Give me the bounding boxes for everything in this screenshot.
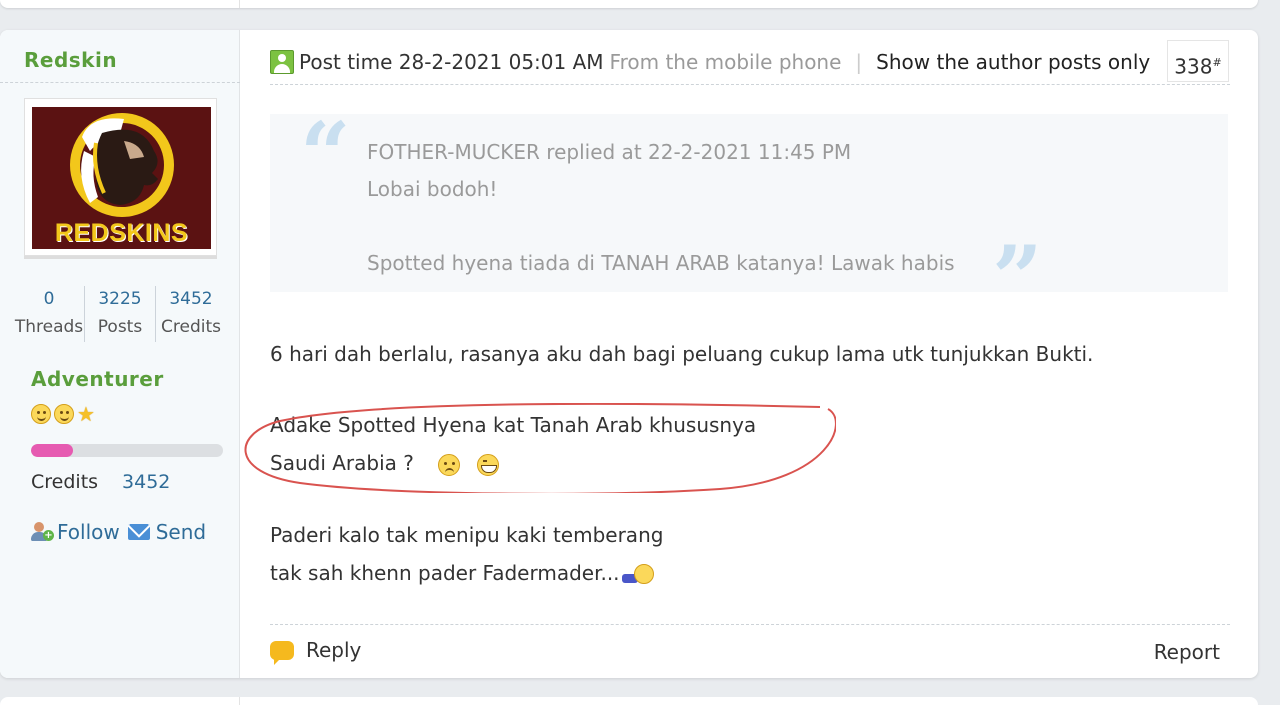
- quote-text: FOTHER-MUCKER replied at 22-2-2021 11:45…: [367, 134, 955, 282]
- user-online-icon: [270, 50, 294, 74]
- stat-posts[interactable]: 3225 Posts: [85, 286, 156, 342]
- stat-threads-label: Threads: [14, 317, 84, 337]
- user-stats: 0 Threads 3225 Posts 3452 Credits: [14, 286, 226, 342]
- user-rank[interactable]: Adventurer: [31, 367, 164, 391]
- level-progress-fill: [31, 444, 74, 457]
- post-floor-number[interactable]: 338#: [1167, 40, 1229, 82]
- post-header: Post time 28-2-2021 05:01 AM From the mo…: [270, 50, 1150, 74]
- envelope-icon: [127, 524, 150, 540]
- report-link[interactable]: Report: [1154, 640, 1220, 664]
- body-paragraph-3a: Paderi kalo tak menipu kaki temberang: [270, 523, 664, 547]
- author-name[interactable]: Redskin: [24, 48, 117, 72]
- quote-line-2: Spotted hyena tiada di TANAH ARAB katany…: [367, 251, 955, 275]
- post-card: Redskin REDSKINS 0 Threads 3225 Posts 34…: [0, 30, 1258, 678]
- footer-divider: [270, 624, 1230, 625]
- credits-value: 3452: [122, 471, 171, 493]
- smiley-icon: [31, 404, 51, 424]
- user-actions: + Follow Send: [31, 520, 206, 544]
- author-sidebar: Redskin REDSKINS 0 Threads 3225 Posts 34…: [0, 30, 240, 678]
- annotation-ellipse: [244, 403, 836, 493]
- quote-block: “ FOTHER-MUCKER replied at 22-2-2021 11:…: [270, 110, 1228, 322]
- reply-label[interactable]: Reply: [306, 638, 361, 662]
- show-author-only-link[interactable]: Show the author posts only: [876, 50, 1150, 74]
- post-main: Post time 28-2-2021 05:01 AM From the mo…: [240, 30, 1258, 678]
- quote-attribution[interactable]: FOTHER-MUCKER replied at 22-2-2021 11:45…: [367, 134, 955, 171]
- avatar[interactable]: REDSKINS: [32, 107, 211, 249]
- previous-post-card: [0, 0, 1258, 8]
- post-time: Post time 28-2-2021 05:01 AM: [299, 50, 604, 74]
- avatar-text: REDSKINS: [54, 219, 189, 247]
- follow-user-icon: +: [31, 521, 55, 543]
- stat-threads-value[interactable]: 0: [14, 286, 84, 312]
- stat-credits-label: Credits: [161, 317, 221, 337]
- stat-threads[interactable]: 0 Threads: [14, 286, 85, 342]
- follow-label[interactable]: Follow: [57, 520, 120, 544]
- body-paragraph-3b: tak sah khenn pader Fadermader...: [270, 561, 656, 586]
- smiley-icon: [54, 404, 74, 424]
- body-paragraph-1: 6 hari dah berlalu, rasanya aku dah bagi…: [270, 342, 1094, 366]
- stat-credits[interactable]: 3452 Credits: [156, 286, 226, 342]
- speech-bubble-icon: [270, 640, 294, 665]
- level-progress-bar: [31, 444, 223, 457]
- floor-number[interactable]: 338: [1174, 55, 1212, 79]
- header-separator: |: [855, 50, 863, 74]
- quote-line-1: Lobai bodoh!: [367, 177, 498, 201]
- credits-row: Credits 3452: [31, 471, 170, 493]
- body-paragraph-3b-text: tak sah khenn pader Fadermader...: [270, 561, 620, 585]
- rank-icons: ★: [31, 404, 95, 424]
- stat-posts-label: Posts: [97, 317, 143, 337]
- open-quote-icon: “: [300, 102, 351, 206]
- floor-mark: #: [1212, 56, 1222, 69]
- credits-label: Credits: [31, 471, 99, 493]
- follow-button[interactable]: + Follow: [31, 520, 120, 544]
- stat-credits-value[interactable]: 3452: [156, 286, 226, 312]
- stat-posts-value[interactable]: 3225: [85, 286, 155, 312]
- avatar-frame[interactable]: REDSKINS: [24, 98, 217, 256]
- reply-button[interactable]: Reply: [270, 638, 361, 665]
- send-message-button[interactable]: Send: [127, 520, 206, 544]
- post-source: From the mobile phone: [609, 50, 842, 74]
- close-quote-icon: ”: [992, 226, 1043, 330]
- header-divider: [270, 84, 1230, 85]
- send-label[interactable]: Send: [156, 520, 206, 544]
- next-post-card: [0, 697, 1258, 705]
- wave-emoji-icon: [621, 563, 656, 586]
- star-icon: ★: [77, 402, 95, 426]
- sidebar-divider: [0, 82, 240, 83]
